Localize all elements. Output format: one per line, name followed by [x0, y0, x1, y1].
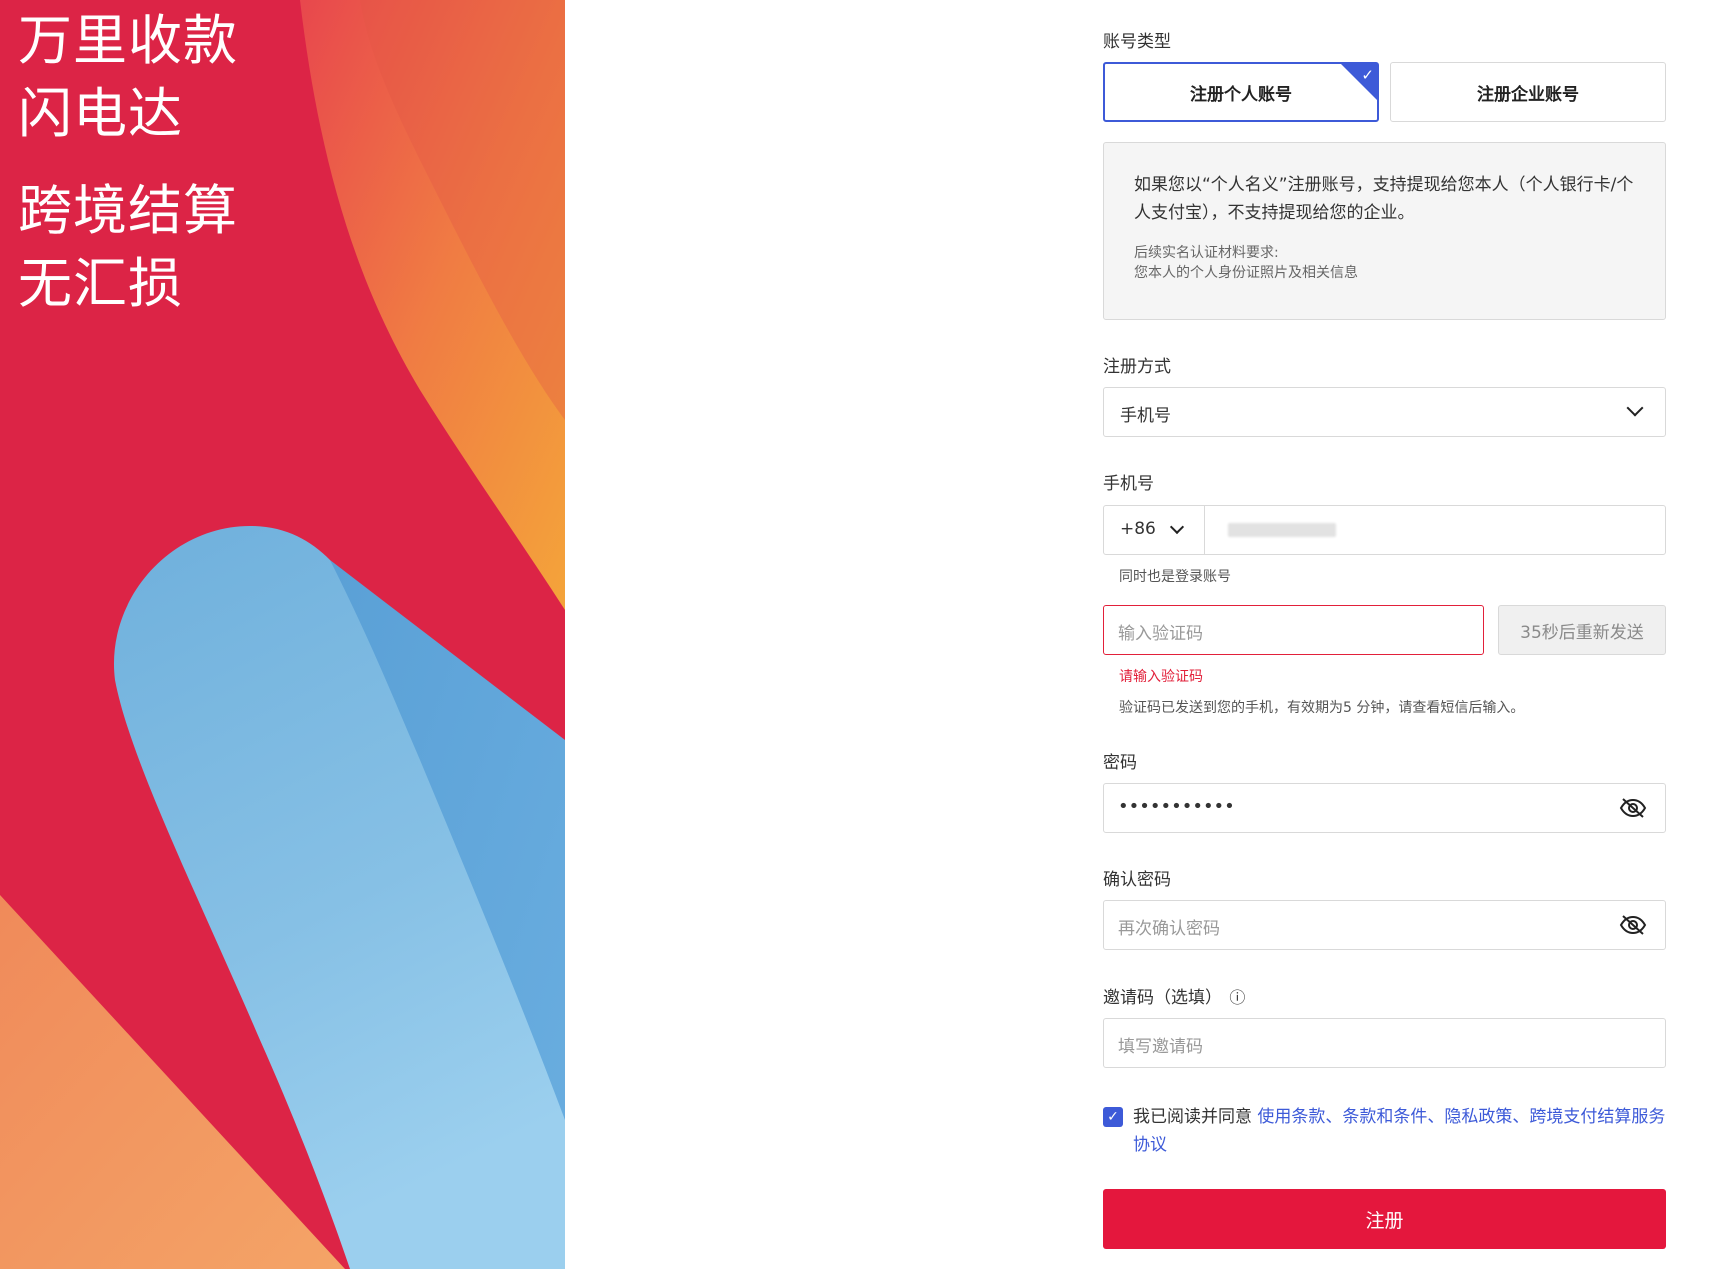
eye-slash-icon[interactable]	[1619, 797, 1647, 819]
invite-code-input[interactable]: 填写邀请码	[1103, 1018, 1666, 1068]
hero-panel: 万里收款 闪电达 跨境结算 无汇损	[0, 0, 565, 1269]
business-account-tab[interactable]: 注册企业账号	[1390, 62, 1666, 122]
confirm-password-input[interactable]: 再次确认密码	[1103, 900, 1666, 950]
checkmark-icon: ✓	[1361, 66, 1374, 84]
invite-code-label-row: 邀请码（选填） ⓘ	[1103, 983, 1245, 1008]
redacted-phone-number	[1228, 523, 1336, 537]
register-method-select[interactable]: 手机号	[1103, 387, 1666, 437]
chevron-down-icon	[1626, 399, 1644, 417]
register-method-label: 注册方式	[1103, 357, 1171, 377]
invite-code-placeholder: 填写邀请码	[1118, 1037, 1203, 1057]
terms-of-use-link[interactable]: 使用条款	[1257, 1107, 1325, 1127]
phone-label: 手机号	[1103, 474, 1154, 494]
agreement-separator: 、	[1427, 1107, 1445, 1127]
resend-code-button[interactable]: 35秒后重新发送	[1498, 605, 1666, 655]
eye-slash-icon[interactable]	[1619, 914, 1647, 936]
password-value: •••••••••••	[1118, 796, 1235, 817]
account-info-requirement-title: 后续实名认证材料要求:	[1134, 245, 1279, 261]
verification-hint: 验证码已发送到您的手机，有效期为5 分钟，请查看短信后输入。	[1119, 700, 1525, 716]
verification-error: 请输入验证码	[1119, 669, 1203, 685]
agreement-checkbox[interactable]: ✓	[1103, 1107, 1123, 1127]
verification-code-placeholder: 输入验证码	[1118, 624, 1203, 644]
agreement-separator: 、	[1512, 1107, 1530, 1127]
account-type-label: 账号类型	[1103, 32, 1171, 52]
confirm-password-placeholder: 再次确认密码	[1118, 919, 1220, 939]
hero-line-1: 万里收款	[18, 9, 238, 72]
phone-field-group: +86	[1103, 505, 1666, 555]
personal-account-tab[interactable]: 注册个人账号 ✓	[1103, 62, 1379, 122]
personal-account-label: 注册个人账号	[1190, 84, 1292, 105]
phone-hint: 同时也是登录账号	[1119, 569, 1231, 585]
hero-line-3: 跨境结算	[18, 179, 238, 242]
chevron-down-icon	[1169, 519, 1185, 535]
password-input[interactable]: •••••••••••	[1103, 783, 1666, 833]
country-code-value: +86	[1120, 519, 1156, 539]
business-account-label: 注册企业账号	[1477, 84, 1579, 105]
agreement-text: 我已阅读并同意 使用条款、条款和条件、隐私政策、跨境支付结算服务协议	[1133, 1103, 1666, 1159]
country-code-select[interactable]: +86	[1104, 506, 1205, 554]
agreement-separator: 、	[1325, 1107, 1343, 1127]
register-button[interactable]: 注册	[1103, 1189, 1666, 1249]
register-method-value: 手机号	[1120, 406, 1171, 426]
hero-slogan: 万里收款 闪电达 跨境结算 无汇损	[18, 4, 238, 320]
verification-code-input[interactable]: 输入验证码	[1103, 605, 1484, 655]
account-type-info-box: 如果您以“个人名义”注册账号，支持提现给您本人（个人银行卡/个人支付宝），不支持…	[1103, 142, 1666, 320]
account-info-requirement-body: 您本人的个人身份证照片及相关信息	[1134, 265, 1358, 281]
hero-line-4: 无汇损	[18, 252, 183, 315]
confirm-password-label: 确认密码	[1103, 870, 1171, 890]
account-info-text: 如果您以“个人名义”注册账号，支持提现给您本人（个人银行卡/个人支付宝），不支持…	[1134, 175, 1634, 223]
info-icon[interactable]: ⓘ	[1229, 988, 1245, 1007]
agreement-prefix: 我已阅读并同意	[1133, 1107, 1258, 1127]
privacy-policy-link[interactable]: 隐私政策	[1444, 1107, 1512, 1127]
phone-input[interactable]	[1206, 506, 1665, 554]
invite-code-label: 邀请码（选填）	[1103, 988, 1222, 1008]
hero-line-2: 闪电达	[18, 82, 183, 145]
password-label: 密码	[1103, 753, 1137, 773]
terms-and-conditions-link[interactable]: 条款和条件	[1342, 1107, 1427, 1127]
